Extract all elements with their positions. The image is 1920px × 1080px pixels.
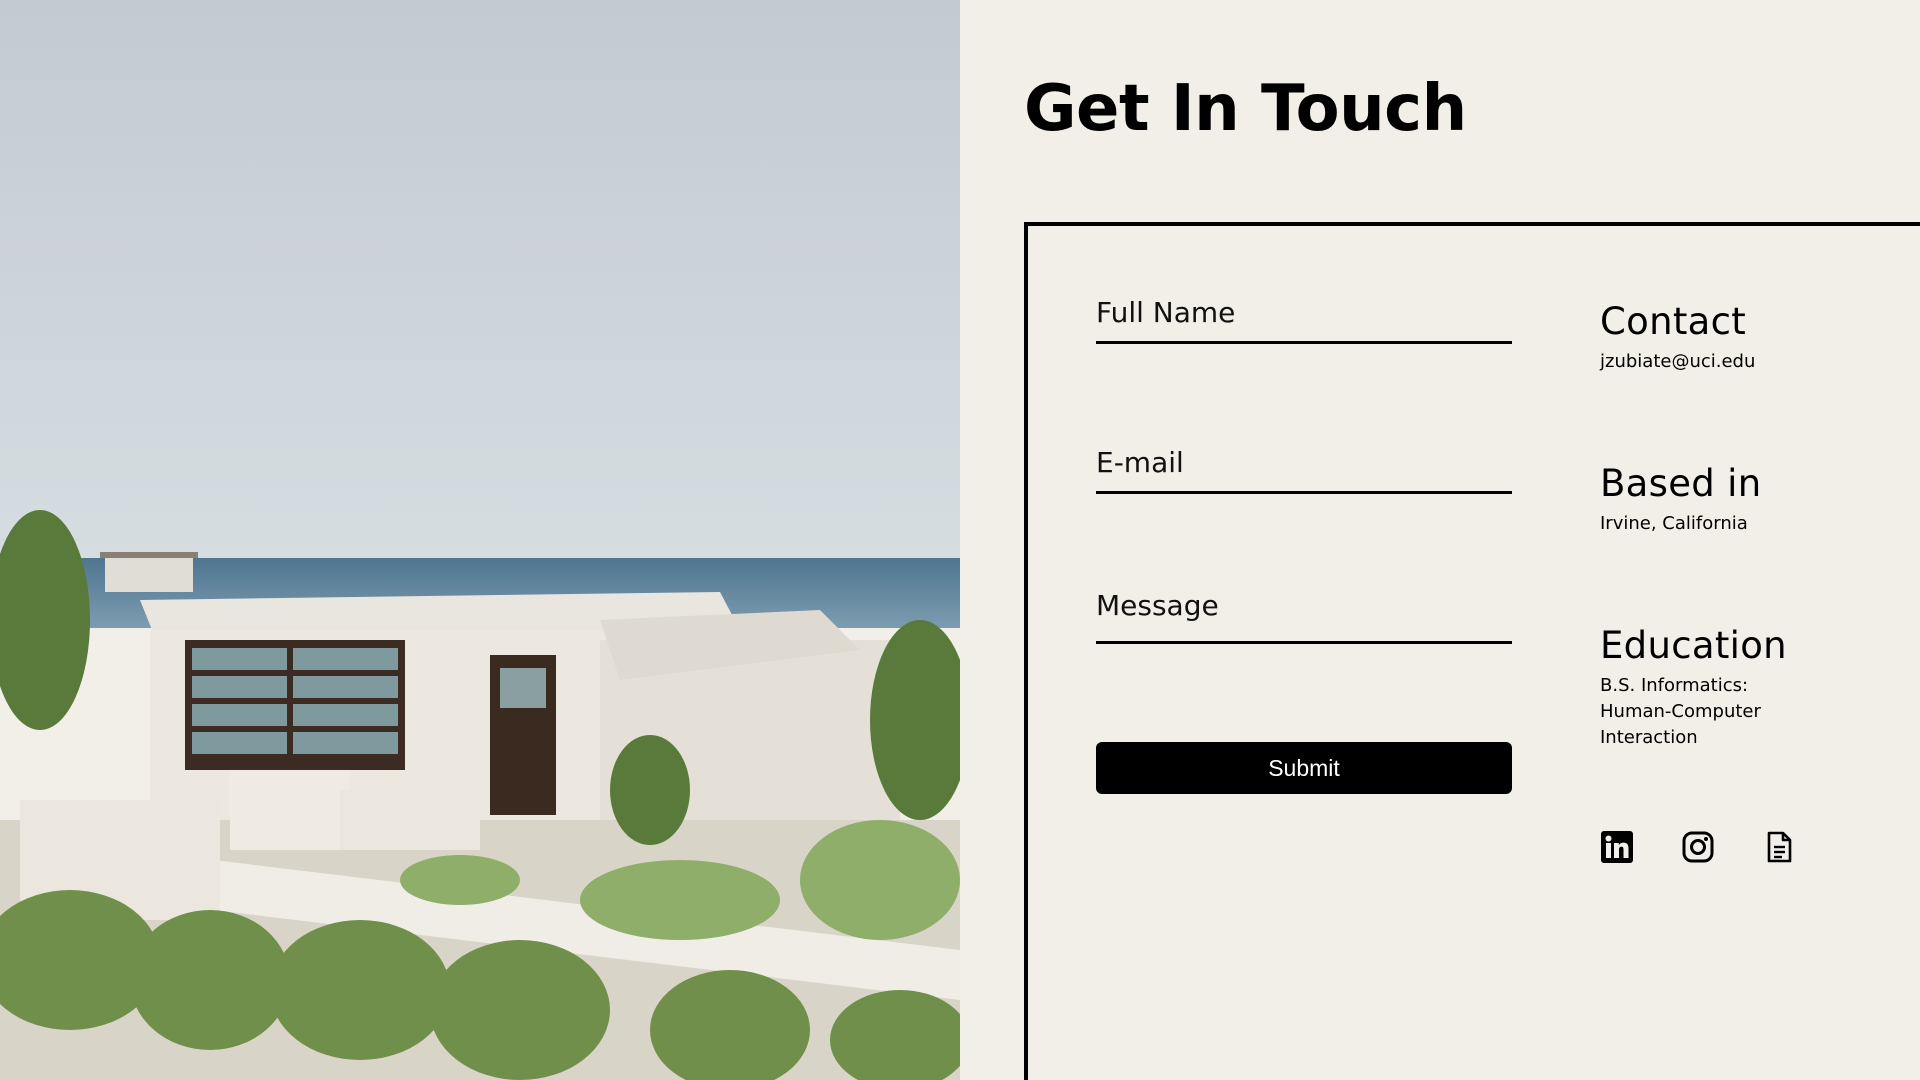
email-input[interactable] bbox=[1096, 446, 1512, 479]
education-line: B.S. Informatics: bbox=[1600, 675, 1749, 696]
education-line: Interaction bbox=[1600, 727, 1698, 748]
linkedin-link[interactable] bbox=[1600, 830, 1634, 864]
location-heading: Based in bbox=[1600, 462, 1762, 505]
education-info: Education B.S. Informatics: Human-Comput… bbox=[1600, 624, 1920, 751]
education-line: Human-Computer bbox=[1600, 701, 1761, 722]
message-input[interactable] bbox=[1096, 589, 1512, 629]
beach-house-photo bbox=[0, 0, 960, 1080]
contact-info: Contact jzubiate@uci.edu bbox=[1600, 300, 1920, 375]
instagram-icon bbox=[1682, 831, 1714, 863]
education-value: B.S. Informatics: Human-Computer Interac… bbox=[1600, 673, 1920, 751]
education-heading: Education bbox=[1600, 624, 1787, 667]
submit-button[interactable]: Submit bbox=[1096, 742, 1512, 794]
linkedin-icon bbox=[1601, 831, 1633, 863]
contact-heading: Contact bbox=[1600, 300, 1747, 343]
hero-photo bbox=[0, 0, 960, 1080]
location-info: Based in Irvine, California bbox=[1600, 462, 1920, 537]
document-icon bbox=[1767, 831, 1792, 863]
full-name-field bbox=[1096, 280, 1512, 344]
contact-card: Submit Contact jzubiate@uci.edu Based in… bbox=[1024, 222, 1920, 1080]
contact-panel: Get In Touch Submit Contact jzubiate@uci… bbox=[960, 0, 1920, 1080]
social-links bbox=[1600, 830, 1796, 864]
location-value: Irvine, California bbox=[1600, 513, 1748, 534]
instagram-link[interactable] bbox=[1681, 830, 1715, 864]
resume-link[interactable] bbox=[1762, 830, 1796, 864]
page-title: Get In Touch bbox=[1024, 72, 1467, 146]
full-name-input[interactable] bbox=[1096, 296, 1512, 329]
contact-email: jzubiate@uci.edu bbox=[1600, 351, 1756, 372]
message-field bbox=[1096, 580, 1512, 644]
email-field bbox=[1096, 430, 1512, 494]
